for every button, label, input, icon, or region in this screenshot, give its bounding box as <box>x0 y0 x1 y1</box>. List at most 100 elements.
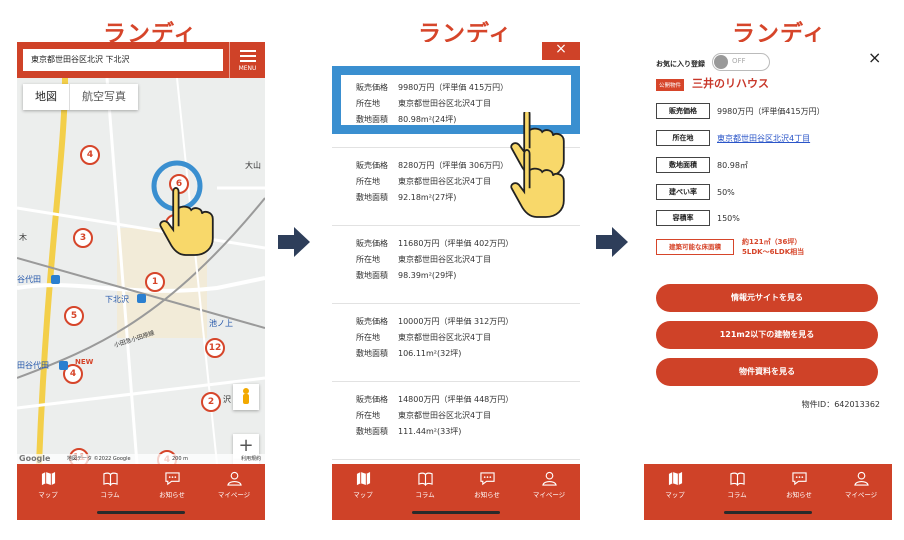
area-label: 敷地面積 <box>356 349 388 358</box>
address-label: 所在地 <box>356 255 380 264</box>
tap-hand-icon <box>510 112 565 218</box>
detail-value: 80.98㎡ <box>717 160 748 170</box>
pegman-icon <box>243 388 249 404</box>
tab-map[interactable]: マップ <box>332 464 394 520</box>
tab-mypage[interactable]: マイページ <box>830 464 892 520</box>
detail-key: 所在地 <box>656 130 710 146</box>
listing-item[interactable]: 販売価格 11680万円（坪単価 402万円） 所在地 東京都世田谷区北沢4丁目 敷… <box>332 226 580 304</box>
terms-link[interactable]: 利用規約 <box>241 454 261 464</box>
menu-icon <box>239 49 256 52</box>
property-pin[interactable]: 1 <box>145 272 165 292</box>
home-indicator <box>412 511 500 514</box>
book-icon <box>102 472 118 486</box>
detail-value: 9980万円（坪単価415万円） <box>717 106 825 116</box>
station-icon <box>137 294 146 303</box>
toggle-state: OFF <box>732 57 746 65</box>
station-icon <box>51 275 60 284</box>
floor-area: 約121㎡（36坪） <box>742 238 802 246</box>
buildings-button[interactable]: 121m2以下の建物を見る <box>656 321 878 349</box>
detail-row-far: 容積率 150% <box>656 210 740 226</box>
map-type-map[interactable]: 地図 <box>23 84 69 110</box>
tab-label: コラム <box>415 491 435 499</box>
street-view-button[interactable] <box>233 384 259 410</box>
detail-row-coverage: 建ぺい率 50% <box>656 184 735 200</box>
detail-value: 150% <box>717 213 740 223</box>
tab-label: コラム <box>727 491 747 499</box>
tab-map[interactable]: マップ <box>17 464 79 520</box>
address-label: 所在地 <box>356 411 380 420</box>
property-id: 物件ID：642013362 <box>801 400 880 409</box>
home-indicator <box>97 511 185 514</box>
map-icon <box>41 471 55 486</box>
property-pin[interactable]: 2 <box>201 392 221 412</box>
map-roads <box>17 78 265 464</box>
address-link[interactable]: 東京都世田谷区北沢4丁目 <box>717 133 810 144</box>
home-indicator <box>724 511 812 514</box>
property-pin[interactable]: 12 <box>205 338 225 358</box>
tab-label: マイページ <box>532 491 566 499</box>
listing-item[interactable]: 販売価格 10000万円（坪単価 312万円） 所在地 東京都世田谷区北沢4丁目 敷… <box>332 304 580 382</box>
tap-hand-icon <box>151 160 214 256</box>
menu-button[interactable]: MENU <box>229 42 265 78</box>
property-pin[interactable]: 3 <box>73 228 93 248</box>
map-type-toggle: 地図 航空写真 <box>23 84 138 110</box>
floor-layout: 5LDK〜6LDK相当 <box>742 248 805 256</box>
listing-address: 東京都世田谷区北沢4丁目 <box>398 411 492 420</box>
screen-list: × 販売価格 9980万円（坪単価 415万円） 所在地 東京都世田谷区北沢4丁目 … <box>332 42 580 520</box>
close-button[interactable]: × <box>542 42 580 60</box>
detail-row-price: 販売価格 9980万円（坪単価415万円） <box>656 103 825 119</box>
menu-label: MENU <box>238 65 257 72</box>
listing-item[interactable]: 販売価格 14800万円（坪単価 448万円） 所在地 東京都世田谷区北沢4丁目 敷… <box>332 382 580 460</box>
tab-label: マイページ <box>217 491 251 499</box>
price-label: 販売価格 <box>356 395 388 404</box>
map-attribution: 地図データ ©2022 Google <box>67 456 131 462</box>
price-label: 販売価格 <box>356 317 388 326</box>
listing-price: 8280万円（坪単価 306万円） <box>398 161 509 170</box>
detail-row-area: 敷地面積 80.98㎡ <box>656 157 748 173</box>
listing-price: 14800万円（坪単価 448万円） <box>398 395 514 404</box>
property-docs-button[interactable]: 物件資料を見る <box>656 358 878 386</box>
listing-address: 東京都世田谷区北沢4丁目 <box>398 333 492 342</box>
tab-label: コラム <box>100 491 120 499</box>
buildable-floor-area-value: 約121㎡（36坪） 5LDK〜6LDK相当 <box>742 237 804 257</box>
tab-mypage[interactable]: マイページ <box>203 464 265 520</box>
book-icon <box>417 472 433 486</box>
favorite-toggle[interactable]: OFF <box>712 53 770 71</box>
tab-mypage[interactable]: マイページ <box>518 464 580 520</box>
map-label: 田谷代田 <box>17 361 49 370</box>
menu-icon <box>239 59 256 62</box>
price-label: 販売価格 <box>356 161 388 170</box>
map-label: 下北沢 <box>105 295 129 304</box>
detail-key: 容積率 <box>656 210 710 226</box>
tab-map[interactable]: マップ <box>644 464 706 520</box>
map-icon <box>668 471 682 486</box>
address-label: 所在地 <box>356 333 380 342</box>
listing-price: 10000万円（坪単価 312万円） <box>398 317 514 326</box>
tab-label: マップ <box>353 491 373 499</box>
map-scale: 200 m <box>172 456 189 462</box>
search-input[interactable]: 東京都世田谷区北沢 下北沢 <box>23 49 223 71</box>
tab-label: お知らせ <box>786 491 812 499</box>
tab-label: マイページ <box>844 491 878 499</box>
listing-area: 111.44m²(33坪) <box>398 427 462 436</box>
listing-area: 106.11m²(32坪) <box>398 349 462 358</box>
detail-key: 敷地面積 <box>656 157 710 173</box>
close-button[interactable]: × <box>868 48 881 67</box>
station-icon <box>59 361 68 370</box>
property-pin[interactable]: 5 <box>64 306 84 326</box>
map-icon <box>356 471 370 486</box>
property-pin[interactable]: 4 <box>80 145 100 165</box>
source-site-button[interactable]: 情報元サイトを見る <box>656 284 878 312</box>
map-view[interactable]: 地図 航空写真 4 6 6 3 1 5 4 12 2 11 4 NEW 大山 北… <box>17 78 265 464</box>
map-footer: Google 地図データ ©2022 Google 200 m 利用規約 <box>17 454 265 464</box>
map-type-satellite[interactable]: 航空写真 <box>69 84 138 110</box>
listing-price: 11680万円（坪単価 402万円） <box>398 239 514 248</box>
user-icon <box>541 471 557 486</box>
arrow-right-icon <box>596 227 628 257</box>
chat-icon <box>479 472 495 486</box>
tab-label: マップ <box>665 491 685 499</box>
book-icon <box>729 472 745 486</box>
favorite-label: お気に入り登録 <box>656 60 705 68</box>
toggle-knob <box>714 55 728 69</box>
chat-icon <box>791 472 807 486</box>
